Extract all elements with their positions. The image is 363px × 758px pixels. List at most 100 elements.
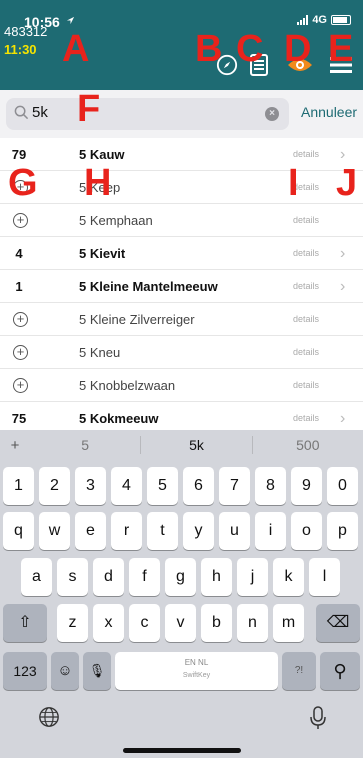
details-link[interactable]: details — [293, 237, 319, 270]
search-key[interactable]: ⚲ — [320, 652, 360, 690]
key-t[interactable]: t — [147, 512, 178, 550]
key-r[interactable]: r — [111, 512, 142, 550]
space-key[interactable]: EN NL SwiftKey — [115, 652, 278, 690]
key-l[interactable]: l — [309, 558, 340, 596]
key-1[interactable]: 1 — [3, 467, 34, 505]
key-n[interactable]: n — [237, 604, 268, 642]
overlay-letter-i: I — [288, 162, 299, 204]
key-b[interactable]: b — [201, 604, 232, 642]
key-4[interactable]: 4 — [111, 467, 142, 505]
shift-key[interactable]: ⇧ — [3, 604, 47, 642]
species-name[interactable]: 5 Kneu — [79, 336, 120, 369]
key-i[interactable]: i — [255, 512, 286, 550]
dictation-icon[interactable] — [309, 706, 337, 734]
details-link[interactable]: details — [293, 303, 319, 336]
list-item[interactable]: 1 5 Kleine Mantelmeeuw details › — [0, 270, 363, 303]
key-u[interactable]: u — [219, 512, 250, 550]
species-name[interactable]: 5 Kemphaan — [79, 204, 153, 237]
observation-count: 483312 — [4, 24, 48, 39]
suggestion-item[interactable]: 5 — [30, 436, 140, 454]
chevron-right-icon[interactable]: › — [340, 270, 345, 303]
add-circle-icon[interactable]: + — [13, 213, 28, 228]
list-item[interactable]: + 5 Kneu details — [0, 336, 363, 369]
details-link[interactable]: details — [293, 204, 319, 237]
species-name[interactable]: 5 Kievit — [79, 237, 125, 270]
search-input[interactable]: 5k — [32, 104, 48, 121]
key-3[interactable]: 3 — [75, 467, 106, 505]
details-link[interactable]: details — [293, 369, 319, 402]
key-a[interactable]: a — [21, 558, 52, 596]
key-8[interactable]: 8 — [255, 467, 286, 505]
key-j[interactable]: j — [237, 558, 268, 596]
punctuation-key[interactable]: ?! — [282, 652, 316, 690]
key-5[interactable]: 5 — [147, 467, 178, 505]
key-7[interactable]: 7 — [219, 467, 250, 505]
key-m[interactable]: m — [273, 604, 304, 642]
key-f[interactable]: f — [129, 558, 160, 596]
battery-icon — [331, 15, 351, 25]
key-6[interactable]: 6 — [183, 467, 214, 505]
list-item[interactable]: 79 5 Kauw details › — [0, 138, 363, 171]
key-g[interactable]: g — [165, 558, 196, 596]
key-d[interactable]: d — [93, 558, 124, 596]
list-item[interactable]: + 5 Keep details — [0, 171, 363, 204]
list-item[interactable]: + 5 Kemphaan details — [0, 204, 363, 237]
signal-icon — [297, 15, 309, 25]
search-bar: 5k × Annuleer — [0, 90, 363, 138]
overlay-letter-g: G — [8, 162, 38, 204]
backspace-key[interactable]: ⌫ — [316, 604, 360, 642]
microphone-key[interactable]: 🎙 — [83, 652, 111, 690]
details-link[interactable]: details — [293, 270, 319, 303]
suggestion-item[interactable]: 500 — [251, 436, 363, 454]
key-k[interactable]: k — [273, 558, 304, 596]
species-list: 79 5 Kauw details › + 5 Keep details + 5… — [0, 138, 363, 435]
network-label: 4G — [312, 14, 327, 26]
key-q[interactable]: q — [3, 512, 34, 550]
species-name[interactable]: 5 Knobbelzwaan — [79, 369, 175, 402]
suggestion-item[interactable]: 5k — [140, 436, 251, 454]
search-field[interactable]: 5k × — [6, 98, 289, 130]
key-x[interactable]: x — [93, 604, 124, 642]
suggestion-expand-button[interactable]: + — [0, 437, 30, 454]
add-circle-icon[interactable]: + — [13, 378, 28, 393]
emoji-key[interactable]: ☺ — [51, 652, 79, 690]
overlay-letter-b: B — [195, 28, 223, 70]
key-c[interactable]: c — [129, 604, 160, 642]
key-w[interactable]: w — [39, 512, 70, 550]
observation-count-badge: 1 — [15, 279, 23, 294]
add-circle-icon[interactable]: + — [13, 345, 28, 360]
key-s[interactable]: s — [57, 558, 88, 596]
overlay-letter-e: E — [328, 28, 354, 70]
home-indicator — [123, 748, 241, 753]
chevron-right-icon[interactable]: › — [340, 237, 345, 270]
observation-time: 11:30 — [4, 42, 37, 57]
clear-icon[interactable]: × — [265, 107, 279, 121]
location-arrow-icon — [66, 16, 75, 25]
species-name[interactable]: 5 Kleine Zilverreiger — [79, 303, 195, 336]
numbers-key[interactable]: 123 — [3, 652, 47, 690]
key-y[interactable]: y — [183, 512, 214, 550]
globe-icon[interactable] — [38, 706, 66, 734]
list-item[interactable]: 4 5 Kievit details › — [0, 237, 363, 270]
list-item[interactable]: + 5 Knobbelzwaan details — [0, 369, 363, 402]
suggestion-bar: + 5 5k 500 — [0, 430, 363, 460]
details-link[interactable]: details — [293, 336, 319, 369]
key-p[interactable]: p — [327, 512, 358, 550]
key-0[interactable]: 0 — [327, 467, 358, 505]
key-h[interactable]: h — [201, 558, 232, 596]
overlay-letter-h: H — [84, 162, 112, 204]
species-name[interactable]: 5 Kleine Mantelmeeuw — [79, 270, 218, 303]
overlay-letter-c: C — [236, 28, 264, 70]
add-circle-icon[interactable]: + — [13, 312, 28, 327]
overlay-letter-j: J — [336, 162, 358, 204]
key-2[interactable]: 2 — [39, 467, 70, 505]
list-item[interactable]: + 5 Kleine Zilverreiger details — [0, 303, 363, 336]
key-9[interactable]: 9 — [291, 467, 322, 505]
observation-count-badge: 4 — [15, 246, 23, 261]
key-v[interactable]: v — [165, 604, 196, 642]
key-o[interactable]: o — [291, 512, 322, 550]
key-e[interactable]: e — [75, 512, 106, 550]
key-z[interactable]: z — [57, 604, 88, 642]
cancel-button[interactable]: Annuleer — [301, 104, 357, 120]
overlay-letter-f: F — [77, 88, 101, 130]
